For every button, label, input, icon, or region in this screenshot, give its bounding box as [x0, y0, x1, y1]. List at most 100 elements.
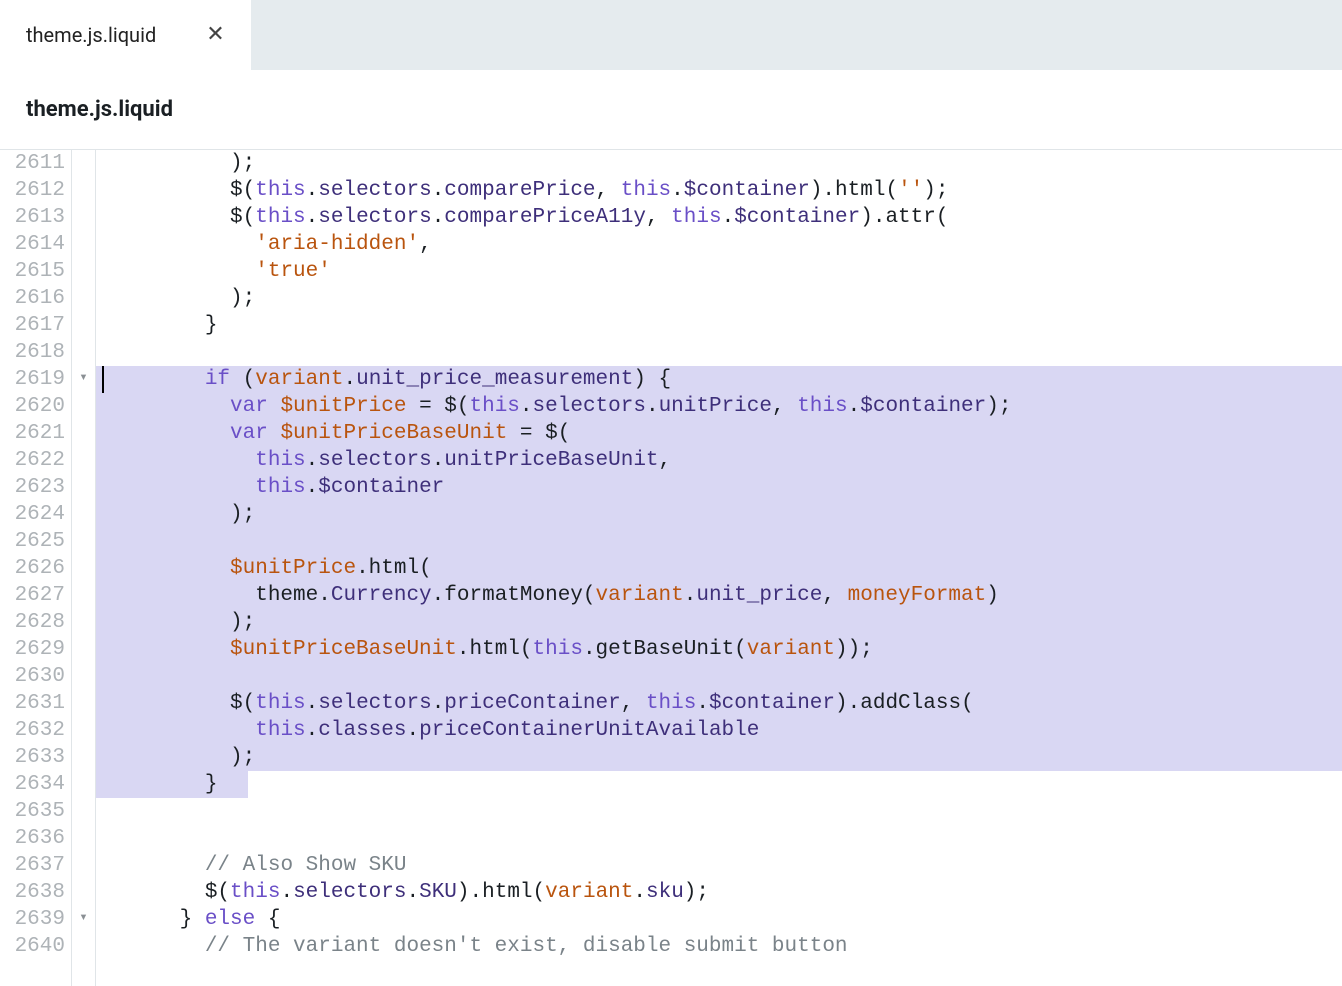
token-prop: priceContainer: [444, 692, 620, 715]
token-punc: {: [255, 908, 280, 931]
code-line[interactable]: $(this.selectors.comparePriceA11y, this.…: [96, 204, 1342, 231]
line-number: 2623: [4, 474, 65, 501]
token-punc: .: [306, 719, 319, 742]
fold-cell[interactable]: ▾: [72, 366, 95, 393]
token-punc: }: [104, 908, 205, 931]
token-prop: SKU: [419, 881, 457, 904]
token-punc: [104, 638, 230, 661]
tab-theme-js-liquid[interactable]: theme.js.liquid ✕: [0, 0, 251, 70]
token-punc: ,: [621, 692, 646, 715]
token-prop: unit_price: [696, 584, 822, 607]
token-punc: .: [306, 449, 319, 472]
fold-marker-icon[interactable]: ▾: [79, 905, 87, 932]
code-line[interactable]: );: [96, 744, 1342, 771]
token-fn: formatMoney: [444, 584, 583, 607]
line-number: 2636: [4, 825, 65, 852]
token-punc: (: [961, 692, 974, 715]
token-id: variant: [596, 584, 684, 607]
token-kw: var: [230, 395, 268, 418]
token-punc: ,: [419, 233, 432, 256]
breadcrumb: theme.js.liquid: [0, 70, 1342, 150]
line-number: 2635: [4, 798, 65, 825]
code-editor[interactable]: 2611261226132614261526162617261826192620…: [0, 150, 1342, 986]
token-punc: (: [520, 638, 533, 661]
code-line[interactable]: // Also Show SKU: [96, 852, 1342, 879]
token-this: this: [621, 179, 671, 202]
fold-marker-icon[interactable]: ▾: [79, 365, 87, 392]
fold-cell: [72, 393, 95, 420]
token-punc: .: [432, 584, 445, 607]
line-number: 2628: [4, 609, 65, 636]
code-line[interactable]: this.classes.priceContainerUnitAvailable: [96, 717, 1342, 744]
token-punc: (: [419, 557, 432, 580]
code-line[interactable]: this.selectors.unitPriceBaseUnit,: [96, 447, 1342, 474]
token-punc: $(: [104, 179, 255, 202]
tab-label: theme.js.liquid: [26, 23, 156, 47]
code-line[interactable]: );: [96, 150, 1342, 177]
code-line[interactable]: [96, 825, 1342, 852]
code-line[interactable]: var $unitPriceBaseUnit = $(: [96, 420, 1342, 447]
code-area[interactable]: ); $(this.selectors.comparePrice, this.$…: [96, 150, 1342, 986]
code-line[interactable]: 'true': [96, 258, 1342, 285]
token-prop: unit_price_measurement: [356, 368, 633, 391]
fold-cell: [72, 636, 95, 663]
code-line[interactable]: [96, 798, 1342, 825]
code-line[interactable]: );: [96, 501, 1342, 528]
fold-cell: [72, 474, 95, 501]
token-this: this: [255, 206, 305, 229]
token-prop: $container: [709, 692, 835, 715]
token-punc: [104, 422, 230, 445]
token-punc: .: [343, 368, 356, 391]
line-number: 2617: [4, 312, 65, 339]
code-line[interactable]: [96, 528, 1342, 555]
code-line[interactable]: theme.Currency.formatMoney(variant.unit_…: [96, 582, 1342, 609]
fold-cell: [72, 420, 95, 447]
code-line[interactable]: this.$container: [96, 474, 1342, 501]
code-line[interactable]: 'aria-hidden',: [96, 231, 1342, 258]
token-punc: );: [684, 881, 709, 904]
token-punc: .: [646, 395, 659, 418]
code-line[interactable]: } else {: [96, 906, 1342, 933]
line-number: 2620: [4, 393, 65, 420]
token-punc: ,: [596, 179, 621, 202]
token-id: variant: [255, 368, 343, 391]
token-punc: .: [432, 206, 445, 229]
code-line[interactable]: }: [96, 312, 1342, 339]
code-line[interactable]: [96, 663, 1342, 690]
token-punc: ));: [835, 638, 873, 661]
fold-cell: [72, 447, 95, 474]
code-line[interactable]: }: [96, 771, 1342, 798]
code-line[interactable]: $(this.selectors.priceContainer, this.$c…: [96, 690, 1342, 717]
token-punc: .: [457, 638, 470, 661]
close-icon[interactable]: ✕: [206, 24, 224, 46]
code-line[interactable]: if (variant.unit_price_measurement) {: [96, 366, 1342, 393]
code-line[interactable]: [96, 339, 1342, 366]
line-number: 2639: [4, 906, 65, 933]
token-punc: .: [432, 449, 445, 472]
token-fn: attr: [885, 206, 935, 229]
fold-cell: [72, 501, 95, 528]
code-line[interactable]: $(this.selectors.comparePrice, this.$con…: [96, 177, 1342, 204]
token-this: this: [797, 395, 847, 418]
fold-cell: [72, 663, 95, 690]
token-punc: = $(: [406, 395, 469, 418]
code-line[interactable]: var $unitPrice = $(this.selectors.unitPr…: [96, 393, 1342, 420]
code-line[interactable]: );: [96, 285, 1342, 312]
line-number: 2615: [4, 258, 65, 285]
fold-cell[interactable]: ▾: [72, 906, 95, 933]
code-line[interactable]: );: [96, 609, 1342, 636]
token-fn: addClass: [860, 692, 961, 715]
token-punc: );: [104, 746, 255, 769]
line-number: 2633: [4, 744, 65, 771]
token-id: variant: [747, 638, 835, 661]
fold-cell: [72, 690, 95, 717]
code-line[interactable]: $unitPriceBaseUnit.html(this.getBaseUnit…: [96, 636, 1342, 663]
code-line[interactable]: // The variant doesn't exist, disable su…: [96, 933, 1342, 960]
code-line[interactable]: $(this.selectors.SKU).html(variant.sku);: [96, 879, 1342, 906]
file-title: theme.js.liquid: [26, 97, 173, 122]
code-line[interactable]: $unitPrice.html(: [96, 555, 1342, 582]
token-cmt: // The variant doesn't exist, disable su…: [205, 935, 848, 958]
token-punc: .: [583, 638, 596, 661]
token-prop: sku: [646, 881, 684, 904]
fold-cell: [72, 528, 95, 555]
